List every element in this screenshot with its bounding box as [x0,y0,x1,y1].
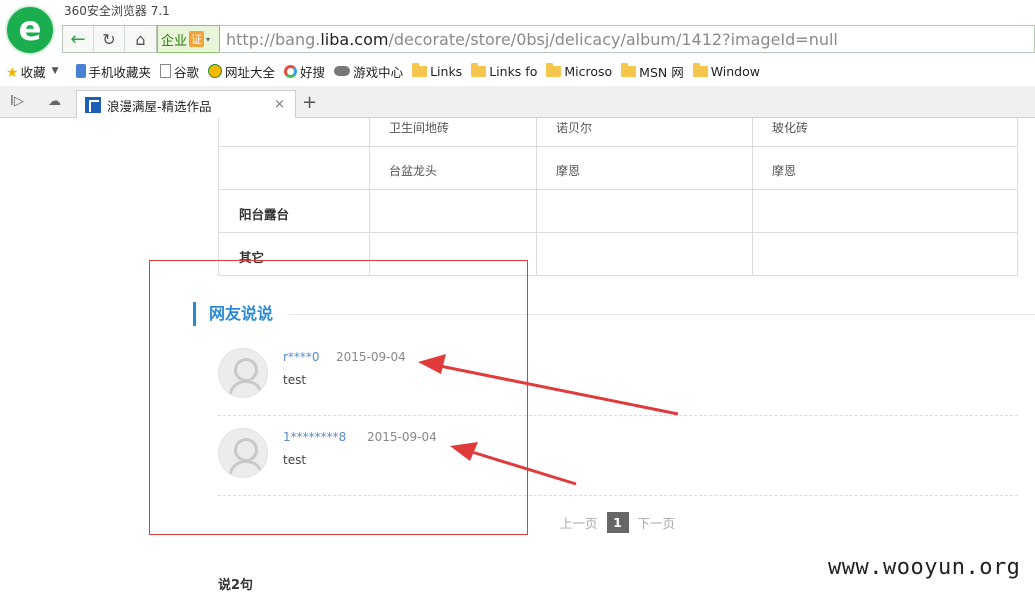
phone-icon [75,64,86,78]
ev-label: 企业 [161,33,188,49]
gamepad-icon [334,66,351,76]
table-divider [752,118,753,276]
table-divider [536,118,537,276]
folder-icon [621,62,637,77]
bookmark-windows[interactable]: Window [692,62,760,79]
table-row-header: 阳台露台 [239,207,290,222]
navigation-bar: ← ↻ ⌂ 企业 证 ▾ http://bang. liba.com/decora… [0,22,1035,56]
refresh-icon: ↻ [102,29,116,49]
avatar[interactable] [218,348,268,398]
comment-date: 2015-09-04 [336,350,406,364]
table-divider [219,232,1017,233]
table-cell: 台盆龙头 [389,164,438,178]
bookmark-links-fo[interactable]: Links fo [471,62,538,79]
bookmark-favorites[interactable]: ★ 收藏 ▼ [6,62,67,81]
comments-section-title: 网友说说 [193,302,273,326]
window-titlebar: 360安全浏览器 7.1 [0,0,1035,22]
comment-username[interactable]: 1********8 [283,430,346,444]
post-comment-title: 说2句 [218,578,254,593]
url-path: /decorate/store/0bsj/delicacy/album/1412… [388,29,838,49]
folder-icon [692,62,708,77]
address-bar[interactable]: http://bang. liba.com/decorate/store/0bsj… [221,25,1035,53]
refresh-button[interactable]: ↻ [94,26,125,52]
material-spec-table: 卫生间地砖 诺贝尔 玻化砖 台盆龙头 摩恩 摩恩 阳台露台 其它 [218,118,1018,276]
bookmark-google[interactable]: 谷歌 [160,62,199,81]
document-icon [160,64,172,78]
avatar[interactable] [218,428,268,478]
table-cell: 诺贝尔 [556,121,593,135]
certificate-icon: 证 [189,31,205,47]
home-button[interactable]: ⌂ [125,26,156,52]
window-title: 360安全浏览器 7.1 [64,4,170,18]
folder-icon [546,62,562,77]
folder-icon [471,62,487,77]
cloud-icon[interactable]: ☁ [48,94,61,109]
table-cell: 摩恩 [772,164,797,178]
table-row-header: 其它 [239,250,265,265]
comment-item: r****0 2015-09-04 test [218,336,1018,416]
bookmark-label: Window [710,63,760,79]
url-domain: liba.com [320,29,389,49]
new-tab-button[interactable]: + [302,92,317,113]
tab-bar: I▷ ☁ 浪漫满屋-精选作品 × + [0,86,1035,119]
bookmark-label: Links fo [489,63,538,79]
comment-text: test [283,373,307,387]
search-engine-icon [284,64,298,78]
section-divider [289,314,1035,315]
url-prefix: http://bang. [226,29,321,49]
bookmark-links[interactable]: Links [412,62,463,79]
bookmark-label: Links [430,63,463,79]
table-cell: 玻化砖 [772,121,809,135]
nav-button-group: ← ↻ ⌂ [62,25,157,53]
watermark: www.wooyun.org [828,555,1021,580]
current-page-button[interactable]: 1 [606,512,629,533]
folder-icon [412,62,428,77]
tab-active[interactable]: 浪漫满屋-精选作品 × [76,90,296,119]
pagination: 上一页 1 下一页 [560,512,675,533]
arrow-left-icon: ← [70,28,86,50]
page-content: 卫生间地砖 诺贝尔 玻化砖 台盆龙头 摩恩 摩恩 阳台露台 其它 网友说说 r*… [0,118,1035,599]
table-divider [219,189,1017,190]
comment-text: test [283,453,307,467]
bookmark-label: Microso [564,63,613,79]
sidebar-toggle-icon[interactable]: I▷ [10,94,24,109]
tab-title: 浪漫满屋-精选作品 [107,98,212,114]
bookmark-label: 手机收藏夹 [88,64,152,80]
ev-certificate-badge[interactable]: 企业 证 ▾ [157,25,220,53]
bookmarks-bar: ★ 收藏 ▼ 手机收藏夹 谷歌 网址大全 好搜 游戏中心 Links Links… [0,57,1035,85]
bookmark-msn[interactable]: MSN 网 [621,62,684,81]
globe-icon [208,64,223,78]
chevron-down-icon: ▾ [206,34,211,44]
prev-page-link[interactable]: 上一页 [560,513,598,532]
bookmark-label: MSN 网 [639,64,684,80]
bookmark-label: 收藏 [20,64,46,80]
table-divider [369,118,370,276]
comment-username[interactable]: r****0 [283,350,320,364]
bookmark-mobile-favorites[interactable]: 手机收藏夹 [75,62,152,81]
bookmark-label: 谷歌 [174,64,200,80]
home-icon: ⌂ [135,29,146,49]
bookmark-label: 网址大全 [225,64,276,80]
bookmark-haosou[interactable]: 好搜 [284,62,325,81]
bookmark-game-center[interactable]: 游戏中心 [334,62,403,81]
site-favicon-icon [85,97,101,113]
star-icon: ★ [6,64,19,81]
table-cell: 卫生间地砖 [389,121,450,135]
table-cell: 摩恩 [556,164,581,178]
back-button[interactable]: ← [63,26,94,52]
comment-item: 1********8 2015-09-04 test [218,416,1018,496]
next-page-link[interactable]: 下一页 [638,513,676,532]
bookmark-label: 好搜 [300,64,326,80]
close-tab-icon[interactable]: × [274,97,285,112]
bookmark-hao360[interactable]: 网址大全 [208,62,275,81]
bookmark-microsoft[interactable]: Microso [546,62,613,79]
comment-date: 2015-09-04 [367,430,437,444]
chevron-down-icon[interactable]: ▼ [52,66,59,76]
bookmark-label: 游戏中心 [353,64,404,80]
table-divider [219,146,1017,147]
